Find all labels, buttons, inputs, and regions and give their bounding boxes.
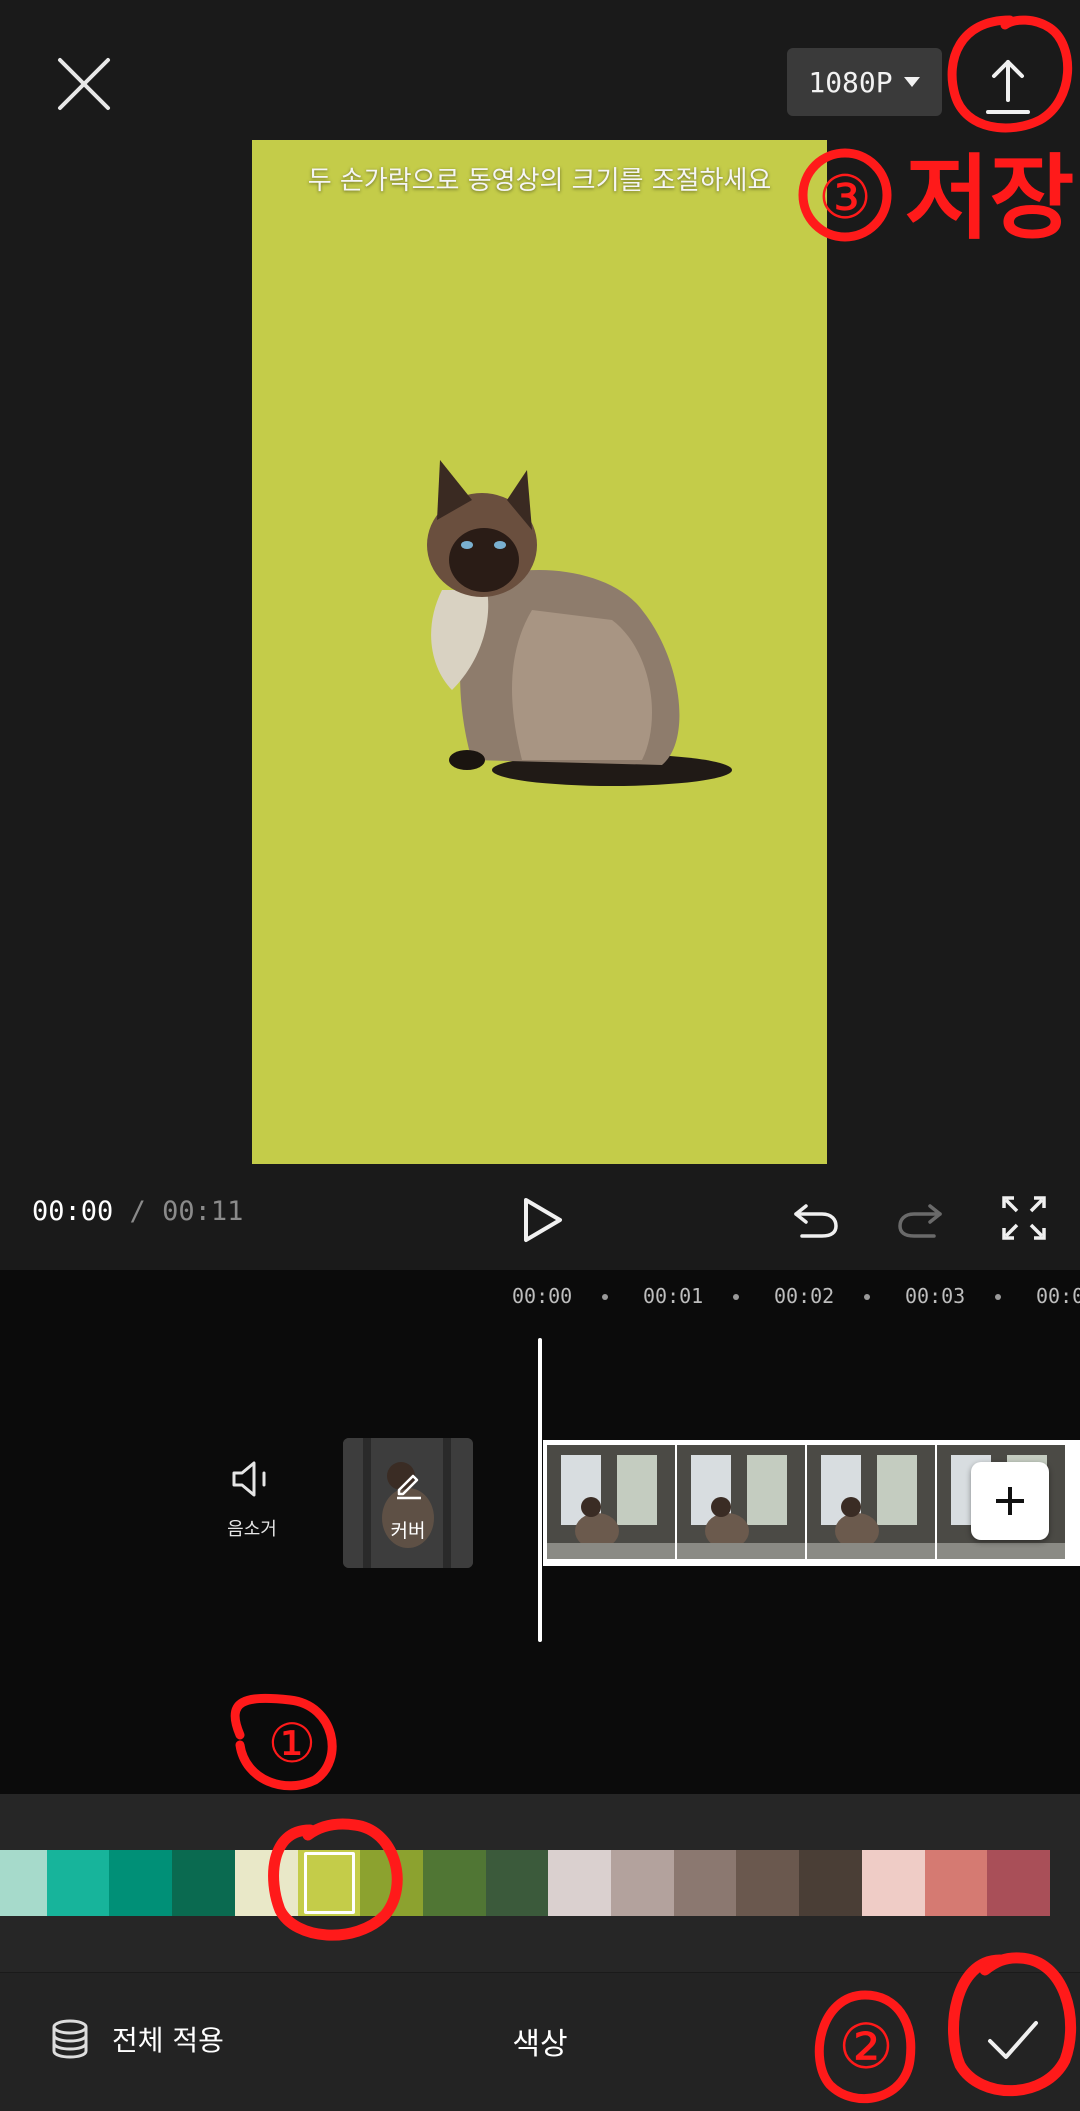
cat-image <box>427 460 732 786</box>
ruler-tick: 00:01 <box>643 1284 704 1308</box>
save-annotation: 저장 <box>905 145 1074 252</box>
color-swatch[interactable] <box>422 1850 486 1916</box>
play-button[interactable] <box>512 1190 572 1250</box>
caret-down-icon <box>903 77 920 87</box>
cover-button[interactable]: 커버 <box>343 1438 473 1568</box>
checkmark-icon <box>988 2021 1038 2059</box>
ruler-dot <box>733 1294 739 1300</box>
resolution-label: 1080P <box>808 65 893 99</box>
color-swatch[interactable] <box>799 1850 863 1916</box>
time-display: 00:00 / 00:11 <box>32 1196 243 1227</box>
color-swatch-selected[interactable] <box>297 1850 361 1916</box>
ruler-dot <box>864 1294 870 1300</box>
clip-frame <box>547 1445 675 1559</box>
play-icon <box>524 1198 562 1242</box>
total-time: 00:11 <box>162 1196 244 1227</box>
current-time: 00:00 <box>32 1196 114 1227</box>
color-swatch[interactable] <box>0 1850 47 1916</box>
fullscreen-icon <box>1002 1196 1046 1240</box>
color-palette-panel <box>0 1794 1080 1972</box>
color-swatch[interactable] <box>46 1850 110 1916</box>
color-swatch[interactable] <box>109 1850 173 1916</box>
close-icon <box>58 58 110 110</box>
fullscreen-button[interactable] <box>1000 1192 1048 1244</box>
timeline[interactable]: 00:00 00:01 00:02 00:03 00:0 음소거 커버 <box>0 1270 1080 1794</box>
ruler-tick: 00:03 <box>905 1284 966 1308</box>
color-swatch[interactable] <box>360 1850 424 1916</box>
color-palette[interactable] <box>0 1850 1080 1916</box>
ruler-dot <box>995 1294 1001 1300</box>
resize-hint: 두 손가락으로 동영상의 크기를 조절하세요 <box>307 166 772 196</box>
ruler-tick: 00:02 <box>774 1284 835 1308</box>
cover-label: 커버 <box>390 1520 426 1542</box>
clip-frame <box>807 1445 935 1559</box>
export-button[interactable] <box>960 40 1056 136</box>
ruler-dot <box>602 1294 608 1300</box>
mute-label: 음소거 <box>227 1519 277 1540</box>
undo-button[interactable] <box>790 1192 842 1244</box>
color-swatch[interactable] <box>548 1850 612 1916</box>
color-swatch[interactable] <box>611 1850 674 1916</box>
color-swatch[interactable] <box>736 1850 800 1916</box>
speaker-icon <box>232 1461 266 1497</box>
redo-icon <box>898 1204 942 1238</box>
close-button[interactable] <box>52 52 116 116</box>
ruler-tick: 00:0 <box>1036 1284 1080 1308</box>
playhead[interactable] <box>538 1338 542 1642</box>
color-swatch[interactable] <box>987 1850 1051 1916</box>
cover-thumbnail <box>343 1438 473 1568</box>
upload-icon <box>986 60 1030 114</box>
plus-icon <box>996 1487 1024 1515</box>
color-swatch[interactable] <box>924 1850 988 1916</box>
video-preview[interactable]: 두 손가락으로 동영상의 크기를 조절하세요 <box>252 140 827 1164</box>
redo-button[interactable] <box>894 1192 946 1244</box>
panel-title: 색상 <box>512 2027 568 2062</box>
color-swatch[interactable] <box>172 1850 236 1916</box>
time-separator: / <box>129 1196 146 1227</box>
color-swatch[interactable] <box>485 1850 549 1916</box>
color-swatch[interactable] <box>234 1850 298 1916</box>
edit-icon <box>397 1474 421 1500</box>
clip-frame <box>677 1445 805 1559</box>
color-swatch[interactable] <box>673 1850 737 1916</box>
confirm-button[interactable] <box>976 2003 1048 2075</box>
add-clip-button[interactable] <box>971 1462 1049 1540</box>
mute-button[interactable]: 음소거 <box>212 1455 292 1565</box>
undo-icon <box>794 1204 838 1238</box>
resolution-dropdown[interactable]: 1080P <box>787 48 942 116</box>
ruler-tick: 00:00 <box>512 1284 573 1308</box>
bottom-bar: 전체 적용 색상 <box>0 1973 1080 2111</box>
color-swatch[interactable] <box>861 1850 925 1916</box>
